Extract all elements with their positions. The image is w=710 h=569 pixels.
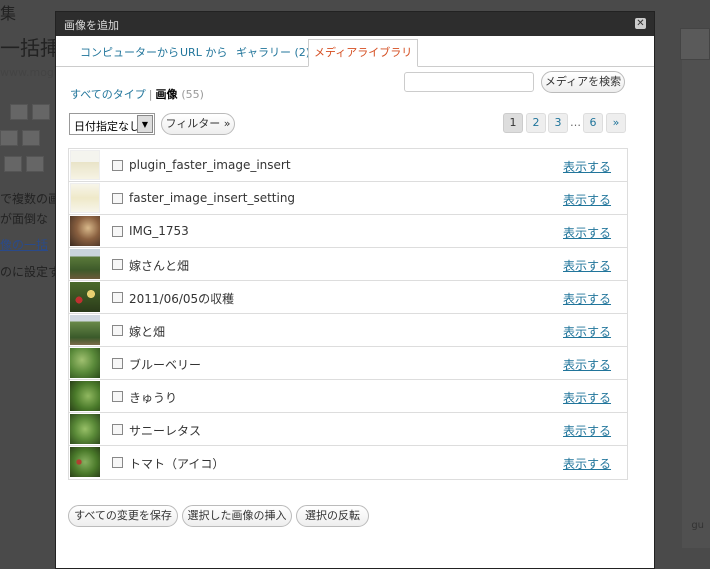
type-filter: すべてのタイプ | 画像 (55): [70, 86, 204, 102]
add-image-dialog: 画像を追加 ✕ コンピューターから URL から ギャラリー (2) メディアラ…: [55, 11, 655, 569]
media-checkbox[interactable]: [112, 457, 123, 468]
background-sidebar: [682, 28, 710, 548]
tab-gallery[interactable]: ギャラリー (2): [236, 44, 310, 60]
media-search-input[interactable]: [404, 72, 534, 92]
filter-images[interactable]: 画像 (55): [156, 88, 204, 101]
media-filename: サニーレタス: [129, 424, 202, 438]
dialog-titlebar: 画像を追加 ✕: [56, 12, 654, 36]
background-title-fragment: 集: [0, 4, 17, 23]
show-media-link[interactable]: 表示する: [563, 323, 611, 340]
toolbar-icon: [32, 104, 50, 120]
toolbar-icon: [10, 104, 28, 120]
background-editor-toolbar: [0, 96, 55, 186]
show-media-link[interactable]: 表示する: [563, 356, 611, 373]
media-item-row: IMG_1753 表示する: [69, 215, 627, 248]
media-checkbox[interactable]: [112, 358, 123, 369]
media-checkbox[interactable]: [112, 160, 123, 171]
media-item-row: サニーレタス 表示する: [69, 413, 627, 446]
toolbar-icon: [4, 156, 22, 172]
media-item-row: トマト（アイコ） 表示する: [69, 446, 627, 479]
media-filename: ブルーベリー: [129, 358, 202, 372]
filter-all-types[interactable]: すべてのタイプ: [70, 88, 146, 101]
show-media-link[interactable]: 表示する: [563, 389, 611, 406]
media-thumbnail: [70, 183, 100, 213]
media-thumbnail: [70, 216, 100, 246]
media-item-row: faster_image_insert_setting 表示する: [69, 182, 627, 215]
media-thumbnail: [70, 150, 100, 180]
pagination-ellipsis: …: [570, 116, 581, 129]
insert-selected-images-button[interactable]: 選択した画像の挿入: [182, 505, 292, 527]
show-media-link[interactable]: 表示する: [563, 422, 611, 439]
show-media-link[interactable]: 表示する: [563, 257, 611, 274]
media-checkbox[interactable]: [112, 259, 123, 270]
tab-from-computer[interactable]: コンピューターから: [80, 44, 179, 60]
background-corner-text: gu: [691, 520, 704, 531]
show-media-link[interactable]: 表示する: [563, 455, 611, 472]
media-filename: faster_image_insert_setting: [129, 191, 296, 205]
media-item-row: ブルーベリー 表示する: [69, 347, 627, 380]
media-checkbox[interactable]: [112, 292, 123, 303]
page-3[interactable]: 3: [548, 113, 568, 133]
filter-separator: |: [148, 88, 153, 101]
show-media-link[interactable]: 表示する: [563, 158, 611, 175]
chevron-down-icon: ▼: [137, 115, 153, 133]
tab-from-url[interactable]: URL から: [180, 44, 227, 60]
background-text-line: が面倒な: [0, 212, 49, 226]
background-text-line: で複数の画: [0, 192, 61, 206]
media-filename: IMG_1753: [129, 224, 189, 238]
toolbar-icon: [0, 130, 18, 146]
toolbar-icon: [26, 156, 44, 172]
media-filename: 嫁さんと畑: [129, 259, 190, 273]
media-item-row: plugin_faster_image_insert 表示する: [69, 149, 627, 182]
media-tabs: コンピューターから URL から ギャラリー (2) メディアライブラリ: [56, 36, 654, 67]
media-filename: トマト（アイコ）: [129, 457, 225, 471]
media-filename: 嫁と畑: [129, 325, 166, 339]
background-text-link: 像の一括: [0, 238, 49, 252]
save-all-changes-button[interactable]: すべての変更を保存: [68, 505, 178, 527]
date-filter-select[interactable]: 日付指定なし ▼: [69, 113, 155, 135]
media-checkbox[interactable]: [112, 424, 123, 435]
media-checkbox[interactable]: [112, 391, 123, 402]
background-permalink: www.mogu: [0, 66, 61, 79]
media-thumbnail: [70, 315, 100, 345]
background-text-line: のに設定す: [0, 265, 61, 279]
background-sidebar-input: [680, 28, 710, 60]
media-item-row: 嫁と畑 表示する: [69, 314, 627, 347]
close-icon[interactable]: ✕: [635, 18, 646, 29]
page-1[interactable]: 1: [503, 113, 523, 133]
media-filename: plugin_faster_image_insert: [129, 158, 291, 172]
filter-images-count: (55): [181, 88, 204, 101]
media-filename: きゅうり: [129, 391, 178, 405]
filter-button[interactable]: フィルター »: [161, 113, 235, 135]
media-checkbox[interactable]: [112, 226, 123, 237]
page-6[interactable]: 6: [583, 113, 603, 133]
media-thumbnail: [70, 348, 100, 378]
media-checkbox[interactable]: [112, 193, 123, 204]
show-media-link[interactable]: 表示する: [563, 290, 611, 307]
page-2[interactable]: 2: [526, 113, 546, 133]
media-thumbnail: [70, 249, 100, 279]
media-thumbnail: [70, 282, 100, 312]
next-page-button[interactable]: »: [606, 113, 626, 133]
media-thumbnail: [70, 414, 100, 444]
media-list: plugin_faster_image_insert 表示する faster_i…: [68, 148, 628, 480]
media-thumbnail: [70, 381, 100, 411]
show-media-link[interactable]: 表示する: [563, 191, 611, 208]
media-item-row: 嫁さんと畑 表示する: [69, 248, 627, 281]
filter-images-label: 画像: [155, 88, 178, 101]
toolbar-icon: [22, 130, 40, 146]
dialog-title: 画像を追加: [64, 19, 119, 32]
date-filter-value: 日付指定なし: [74, 120, 140, 133]
media-thumbnail: [70, 447, 100, 477]
show-media-link[interactable]: 表示する: [563, 224, 611, 241]
media-checkbox[interactable]: [112, 325, 123, 336]
search-media-button[interactable]: メディアを検索: [541, 71, 625, 93]
background-post-title: 一括挿: [0, 36, 60, 60]
tab-gallery-label: ギャラリー: [236, 46, 291, 59]
media-filename: 2011/06/05の収穫: [129, 292, 235, 306]
media-item-row: きゅうり 表示する: [69, 380, 627, 413]
media-item-row: 2011/06/05の収穫 表示する: [69, 281, 627, 314]
invert-selection-button[interactable]: 選択の反転: [296, 505, 369, 527]
tab-media-library[interactable]: メディアライブラリ: [308, 39, 419, 67]
